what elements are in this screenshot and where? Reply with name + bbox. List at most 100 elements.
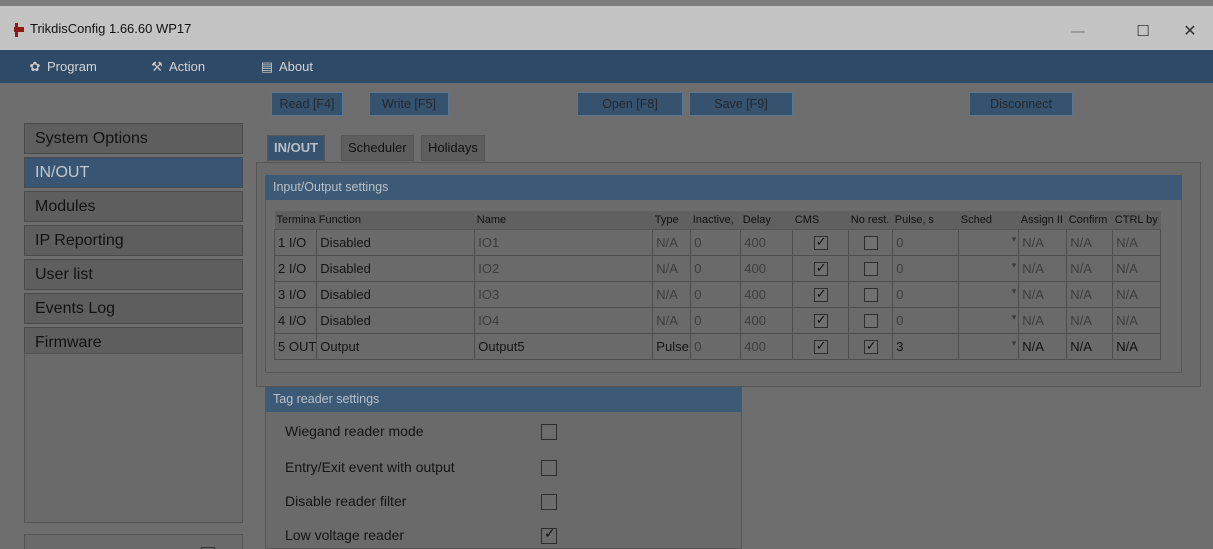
cell-assign[interactable]: N/A <box>1018 332 1068 360</box>
tag-option-label: Disable reader filter <box>285 493 407 509</box>
schedule-dropdown[interactable]: ▾ <box>962 232 1018 252</box>
cell-terminal: 2 I/O <box>273 254 318 282</box>
cell-type[interactable]: N/A <box>652 228 692 256</box>
cell-delay[interactable]: 400 <box>740 228 794 256</box>
cell-name[interactable]: Output5 <box>474 332 654 360</box>
col-header-terminal: Termina <box>274 211 317 230</box>
io-settings-title: Input/Output settings <box>265 175 1182 200</box>
minimize-button[interactable]: — <box>1055 14 1101 48</box>
cell-no-restore <box>848 306 894 334</box>
chevron-down-icon: ▾ <box>1011 286 1017 296</box>
menu-program[interactable]: ✿ Program <box>26 50 97 83</box>
col-header-schedule: Sched <box>958 211 1019 230</box>
cell-delay[interactable]: 400 <box>740 332 794 360</box>
cell-confirm[interactable]: N/A <box>1066 332 1114 360</box>
open-button[interactable]: Open [F8] <box>577 92 683 116</box>
no-restore-checkbox[interactable] <box>863 235 878 250</box>
maximize-button[interactable]: ☐ <box>1120 14 1166 48</box>
cell-name[interactable]: IO4 <box>474 306 654 334</box>
window-title-bar: TrikdisConfig 1.66.60 WP17 — ☐ ✕ <box>0 0 1213 50</box>
cms-checkbox[interactable] <box>813 260 828 276</box>
cell-type[interactable]: N/A <box>652 306 692 334</box>
cell-pulse[interactable]: 0 <box>892 306 960 334</box>
cell-delay[interactable]: 400 <box>740 254 794 282</box>
cell-inactive[interactable]: 0 <box>690 280 742 308</box>
cms-checkbox[interactable] <box>813 338 828 354</box>
cell-delay[interactable]: 400 <box>740 280 794 308</box>
close-button[interactable]: ✕ <box>1167 14 1213 48</box>
cell-no-restore <box>848 254 894 282</box>
cell-function[interactable]: Output <box>316 332 476 360</box>
cell-pulse[interactable]: 0 <box>892 228 960 256</box>
cell-name[interactable]: IO2 <box>474 254 654 282</box>
cell-inactive[interactable]: 0 <box>690 228 742 256</box>
cell-name[interactable]: IO1 <box>474 228 654 256</box>
cell-type[interactable]: Pulse <box>652 332 692 360</box>
sidebar-item-user-list[interactable]: User list <box>24 259 243 290</box>
tag-reader-title: Tag reader settings <box>265 387 742 412</box>
cell-type[interactable]: N/A <box>652 254 692 282</box>
cell-ctrl-by[interactable]: N/A <box>1112 306 1162 334</box>
cell-inactive[interactable]: 0 <box>690 306 742 334</box>
sidebar-item-system-options[interactable]: System Options <box>24 123 243 154</box>
cell-confirm[interactable]: N/A <box>1066 306 1114 334</box>
disable-filter-checkbox[interactable] <box>541 494 557 510</box>
cell-inactive[interactable]: 0 <box>690 254 742 282</box>
cell-ctrl-by[interactable]: N/A <box>1112 280 1162 308</box>
cell-cms <box>792 254 850 282</box>
schedule-dropdown[interactable]: ▾ <box>962 284 1018 304</box>
read-button[interactable]: Read [F4] <box>271 92 343 116</box>
cell-confirm[interactable]: N/A <box>1066 228 1114 256</box>
cell-ctrl-by[interactable]: N/A <box>1112 228 1162 256</box>
cell-inactive[interactable]: 0 <box>690 332 742 360</box>
cell-assign[interactable]: N/A <box>1018 280 1068 308</box>
save-button[interactable]: Save [F9] <box>689 92 793 116</box>
disconnect-button[interactable]: Disconnect <box>969 92 1073 116</box>
cms-checkbox[interactable] <box>813 312 828 328</box>
cell-function[interactable]: Disabled <box>316 280 476 308</box>
no-restore-checkbox[interactable] <box>863 313 878 328</box>
cell-function[interactable]: Disabled <box>316 306 476 334</box>
entry-exit-checkbox[interactable] <box>541 460 557 476</box>
cell-ctrl-by[interactable]: N/A <box>1112 254 1162 282</box>
tab-in-out[interactable]: IN/OUT <box>267 135 326 161</box>
col-header-assign: Assign II <box>1018 211 1067 230</box>
cell-function[interactable]: Disabled <box>316 254 476 282</box>
write-button[interactable]: Write [F5] <box>369 92 449 116</box>
cell-assign[interactable]: N/A <box>1018 228 1068 256</box>
schedule-dropdown[interactable]: ▾ <box>962 336 1018 356</box>
cell-name[interactable]: IO3 <box>474 280 654 308</box>
low-voltage-checkbox[interactable] <box>541 526 557 544</box>
wiegand-mode-checkbox[interactable] <box>541 424 557 440</box>
no-restore-checkbox[interactable] <box>863 287 878 302</box>
cell-schedule: ▾ <box>958 254 1020 282</box>
cell-schedule: ▾ <box>958 332 1020 360</box>
cell-confirm[interactable]: N/A <box>1066 254 1114 282</box>
menu-action[interactable]: ⚒ Action <box>148 50 205 83</box>
gear-icon: ✿ <box>29 59 41 74</box>
schedule-dropdown[interactable]: ▾ <box>962 310 1018 330</box>
schedule-dropdown[interactable]: ▾ <box>962 258 1018 278</box>
cell-pulse[interactable]: 0 <box>892 280 960 308</box>
cell-assign[interactable]: N/A <box>1018 306 1068 334</box>
sidebar-item-modules[interactable]: Modules <box>24 191 243 222</box>
cell-assign[interactable]: N/A <box>1018 254 1068 282</box>
cell-function[interactable]: Disabled <box>316 228 476 256</box>
table-row: 4 I/O Disabled IO4 N/A 0 400 0 ▾ N/A N/A… <box>273 306 1162 334</box>
cms-checkbox[interactable] <box>813 234 828 250</box>
cell-pulse[interactable]: 0 <box>892 254 960 282</box>
cms-checkbox[interactable] <box>813 286 828 302</box>
tab-scheduler[interactable]: Scheduler <box>341 135 414 161</box>
cell-confirm[interactable]: N/A <box>1066 280 1114 308</box>
no-restore-checkbox[interactable] <box>863 261 878 276</box>
cell-type[interactable]: N/A <box>652 280 692 308</box>
sidebar-item-in-out[interactable]: IN/OUT <box>24 157 243 188</box>
cell-delay[interactable]: 400 <box>740 306 794 334</box>
sidebar-item-ip-reporting[interactable]: IP Reporting <box>24 225 243 256</box>
sidebar-item-events-log[interactable]: Events Log <box>24 293 243 324</box>
tab-holidays[interactable]: Holidays <box>421 135 485 161</box>
cell-pulse[interactable]: 3 <box>892 332 960 360</box>
menu-about[interactable]: ▤ About <box>258 50 313 83</box>
cell-ctrl-by[interactable]: N/A <box>1112 332 1162 360</box>
no-restore-checkbox[interactable] <box>863 338 878 354</box>
